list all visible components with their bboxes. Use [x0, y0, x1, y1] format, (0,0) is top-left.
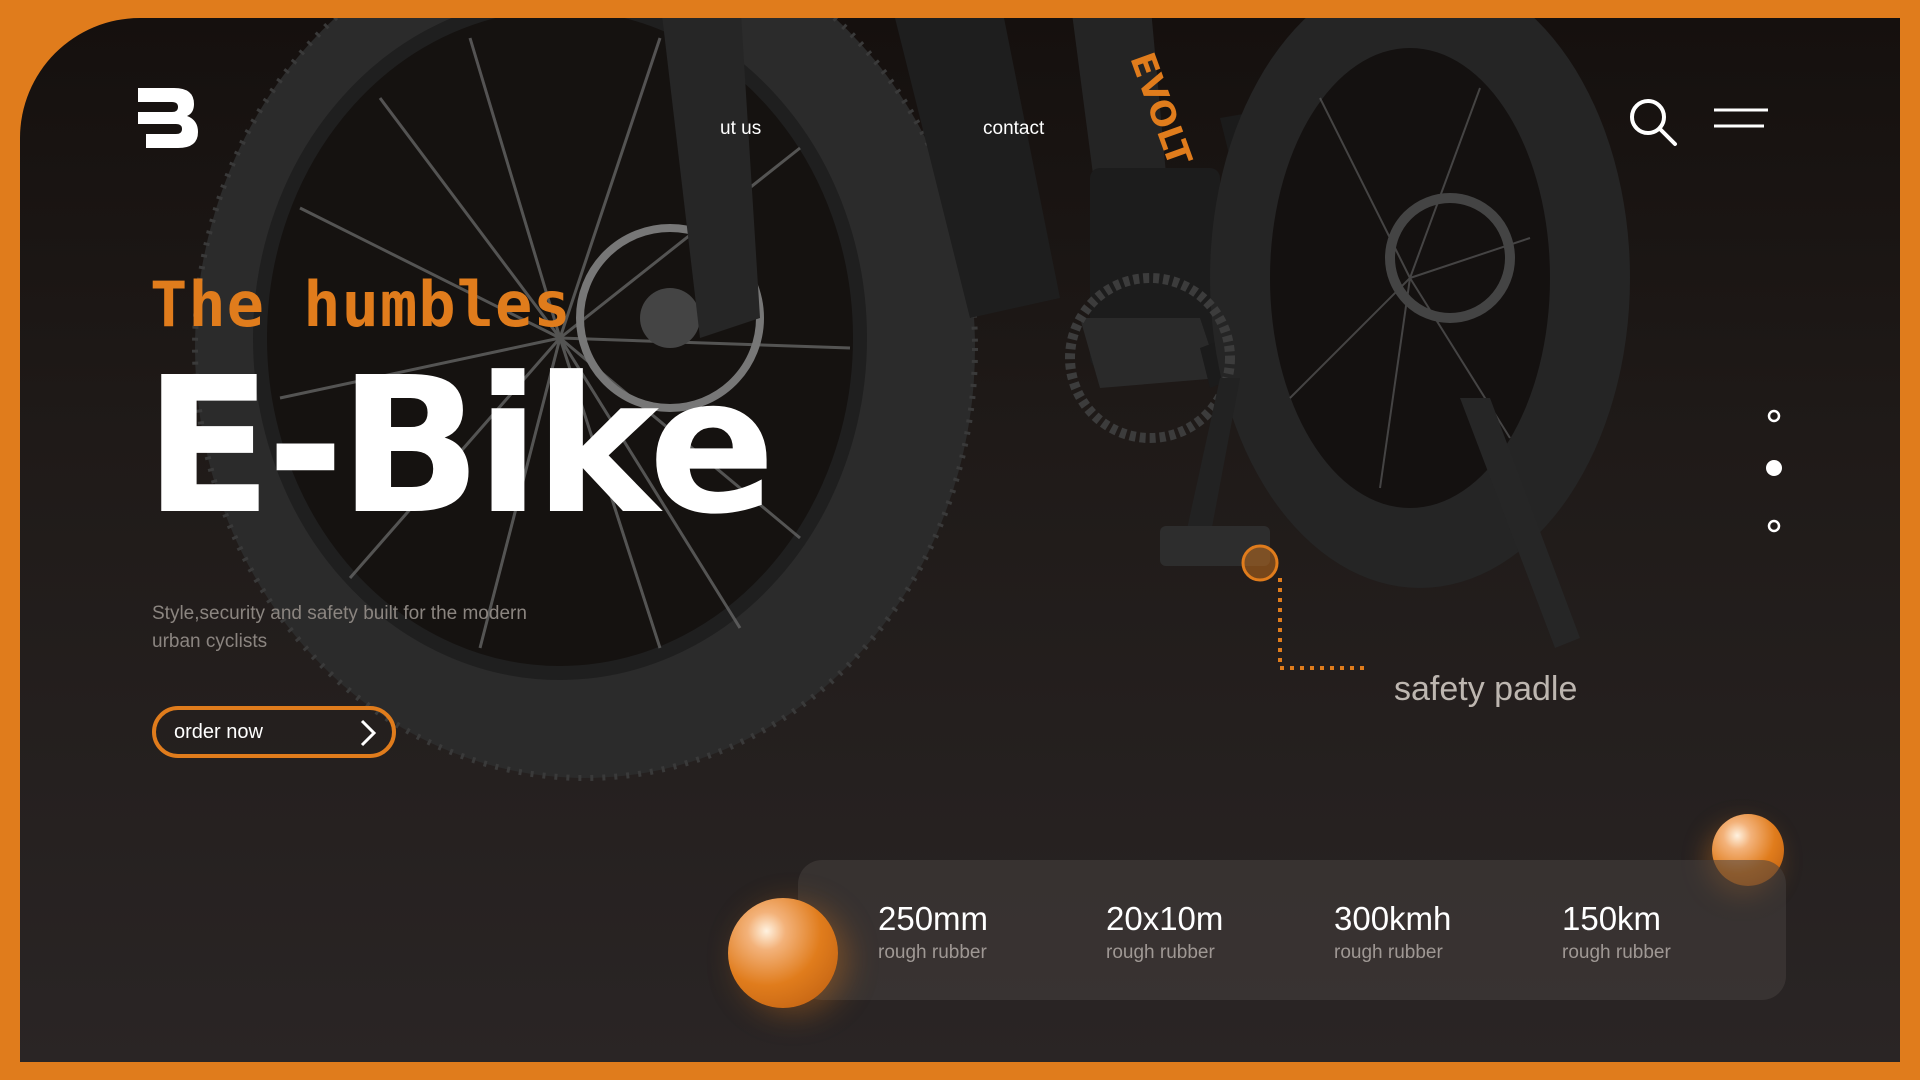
stat-label: rough rubber — [1334, 942, 1443, 963]
hamburger-menu-icon[interactable] — [1712, 104, 1772, 140]
stat-item: 150km rough rubber — [1562, 900, 1671, 964]
stat-item: 250mm rough rubber — [878, 900, 988, 964]
stat-value: 150km — [1562, 900, 1662, 937]
stat-label: rough rubber — [1106, 942, 1215, 963]
slider-pagination — [1766, 409, 1782, 533]
stat-value: 300kmh — [1334, 900, 1452, 937]
hero-title: E-Bike — [144, 337, 776, 556]
stats-panel: 250mm rough rubber 20x10m rough rubber 3… — [798, 860, 1786, 1000]
order-now-button[interactable]: order now — [152, 706, 396, 758]
search-icon[interactable] — [1625, 94, 1681, 150]
slider-dot-2[interactable] — [1766, 460, 1782, 476]
slider-dot-3[interactable] — [1767, 519, 1781, 533]
stat-value: 250mm — [878, 900, 989, 937]
nav-contact-link[interactable]: contact — [983, 118, 1044, 140]
decorative-sphere-left — [728, 898, 838, 1008]
stat-item: 20x10m rough rubber — [1106, 900, 1223, 964]
stat-label: rough rubber — [878, 942, 987, 963]
rear-wheel — [1210, 18, 1630, 588]
stat-value: 20x10m — [1106, 900, 1224, 937]
slider-dot-1[interactable] — [1767, 409, 1781, 423]
hero-eyebrow: The humbles — [150, 268, 572, 341]
nav-about-link[interactable]: ut us — [720, 118, 761, 140]
b-logo-icon[interactable] — [132, 82, 204, 154]
order-now-label: order now — [174, 720, 263, 743]
chevron-right-icon — [360, 719, 377, 747]
hero-frame: EVOLT ut us contact The humbles E-Bike S… — [20, 18, 1900, 1062]
callout-label: safety padle — [1394, 670, 1578, 708]
hero-tagline: Style,security and safety built for the … — [152, 603, 527, 652]
stat-label: rough rubber — [1562, 942, 1671, 963]
stat-item: 300kmh rough rubber — [1334, 900, 1451, 964]
